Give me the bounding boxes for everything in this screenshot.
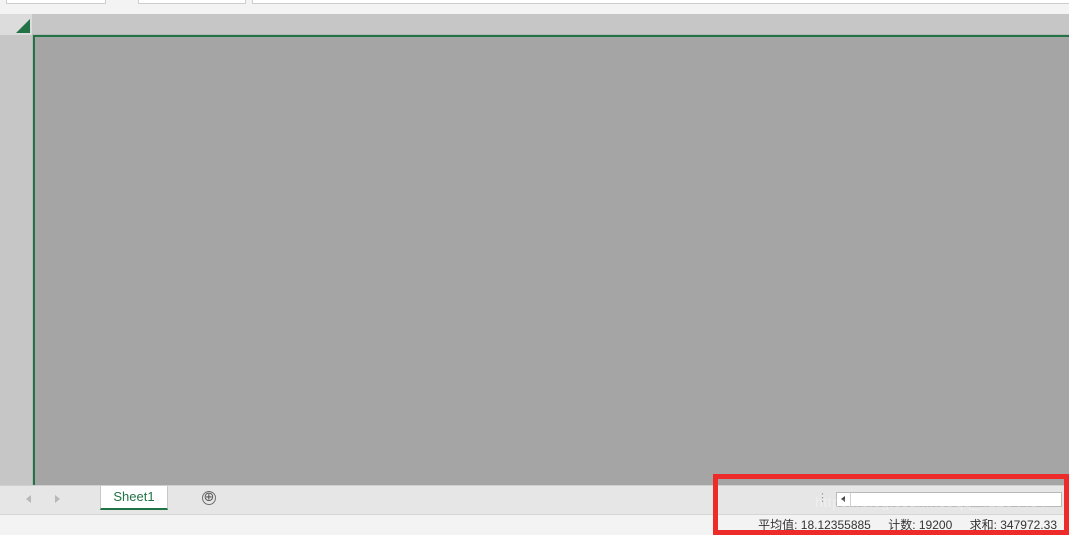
tab-split-handle-icon[interactable]: ⋮ — [817, 492, 828, 504]
prev-sheet-arrow-icon[interactable] — [26, 495, 31, 503]
selected-cell-range[interactable] — [33, 35, 1069, 485]
formula-bar — [0, 0, 1069, 15]
column-headers[interactable] — [32, 14, 1069, 35]
scroll-left-arrow-icon[interactable] — [837, 493, 851, 506]
status-average[interactable]: 平均值: 18.12355885 — [758, 518, 871, 532]
name-box[interactable] — [6, 0, 106, 4]
sheet-tab-sheet1[interactable]: Sheet1 — [100, 486, 168, 510]
row-headers[interactable] — [0, 35, 33, 485]
status-sum[interactable]: 求和: 347972.33 — [970, 518, 1057, 532]
sheet-tab-bar: Sheet1 ⊕ ⋮ — [0, 485, 1069, 515]
formula-buttons[interactable] — [138, 0, 246, 4]
status-statistics: 平均值: 18.12355885 计数: 19200 求和: 347972.33 — [744, 517, 1057, 533]
status-bar: 平均值: 18.12355885 计数: 19200 求和: 347972.33 — [0, 514, 1069, 535]
select-all-triangle-icon — [16, 19, 30, 33]
add-sheet-icon[interactable]: ⊕ — [202, 491, 216, 505]
excel-window: Sheet1 ⊕ ⋮ https://blog.csdn.net/qq_4120… — [0, 0, 1069, 535]
horizontal-scrollbar[interactable] — [836, 492, 1062, 507]
next-sheet-arrow-icon[interactable] — [55, 495, 60, 503]
status-count[interactable]: 计数: 19200 — [888, 518, 952, 532]
formula-input[interactable] — [252, 0, 1069, 4]
select-all-button[interactable] — [0, 14, 33, 36]
